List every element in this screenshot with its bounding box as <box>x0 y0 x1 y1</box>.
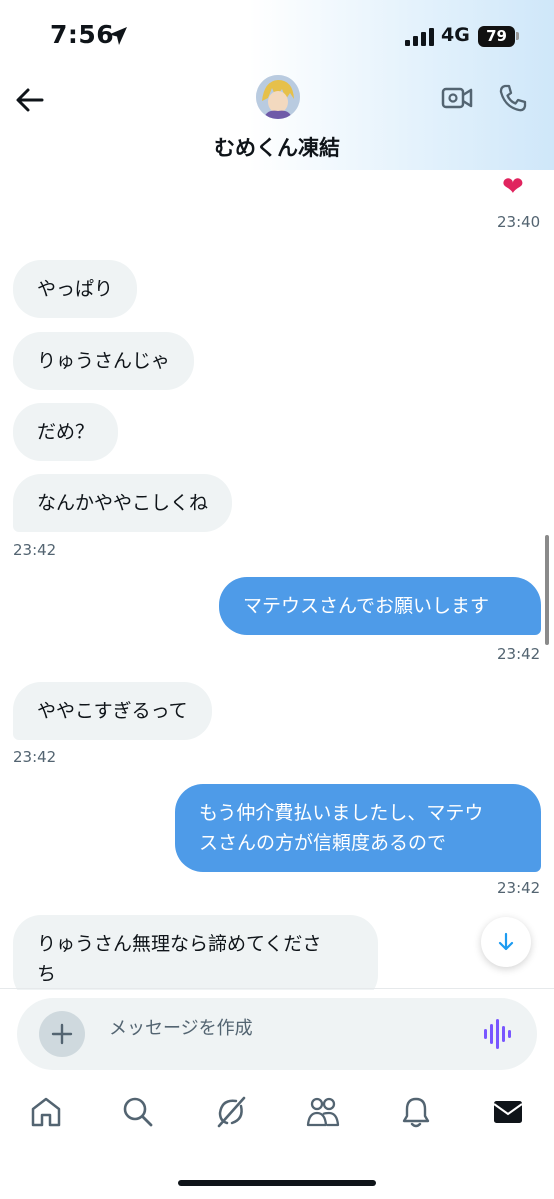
voice-wave-icon[interactable] <box>483 1018 513 1050</box>
chat-header: むめくん凍結 <box>0 72 554 170</box>
home-indicator[interactable] <box>178 1180 376 1186</box>
avatar[interactable] <box>256 75 300 119</box>
conversation[interactable]: ❤ 23:40 やっぱり りゅうさんじゃ だめ？ なんかややこしくね 23:42… <box>0 170 554 990</box>
message-line: もう仲介費払いましたし、マテウ <box>199 802 484 824</box>
phone-icon[interactable] <box>497 82 529 114</box>
tab-messages[interactable] <box>488 1092 528 1132</box>
tab-search[interactable] <box>118 1092 158 1132</box>
message-timestamp: 23:42 <box>13 541 57 559</box>
incoming-message[interactable]: だめ？ <box>13 403 119 461</box>
tab-notifications[interactable] <box>396 1092 436 1132</box>
communities-icon <box>306 1097 340 1127</box>
outgoing-message[interactable]: マテウスさんでお願いします <box>219 577 541 635</box>
bottom-tab-bar <box>0 1092 554 1142</box>
battery-tip <box>516 32 519 40</box>
message-line: りゅうさん無理なら諦めてくださ <box>37 933 322 955</box>
incoming-message[interactable]: ややこすぎるって <box>13 682 212 740</box>
scrollbar[interactable] <box>545 535 549 645</box>
bell-icon <box>402 1097 430 1128</box>
composer-divider <box>0 988 554 989</box>
tab-home[interactable] <box>26 1092 66 1132</box>
outgoing-message[interactable]: もう仲介費払いましたし、マテウ スさんの方が信頼度あるので <box>175 784 541 872</box>
message-timestamp: 23:42 <box>497 879 541 897</box>
tab-communities[interactable] <box>303 1092 343 1132</box>
message-composer <box>17 998 537 1070</box>
contact-name[interactable]: むめくん凍結 <box>0 132 554 162</box>
mail-icon <box>493 1101 523 1123</box>
location-arrow-icon <box>109 27 127 45</box>
message-line: ち <box>37 963 57 985</box>
incoming-message[interactable]: りゅうさん無理なら諦めてくださ ち <box>13 915 378 990</box>
search-icon <box>123 1097 153 1127</box>
grok-icon <box>217 1096 246 1128</box>
message-timestamp: 23:42 <box>13 748 57 766</box>
heart-reaction: ❤ <box>502 172 524 202</box>
incoming-message[interactable]: りゅうさんじゃ <box>13 332 195 390</box>
plus-icon <box>51 1023 73 1045</box>
message-line: スさんの方が信頼度あるので <box>199 832 447 854</box>
video-call-icon[interactable] <box>441 84 473 112</box>
network-label: 4G <box>441 24 470 46</box>
incoming-message[interactable]: なんかややこしくね <box>13 474 233 532</box>
back-arrow-icon[interactable] <box>14 84 46 116</box>
status-time: 7:56 <box>50 20 115 49</box>
scroll-to-bottom-button[interactable] <box>481 917 531 967</box>
add-media-button[interactable] <box>39 1011 85 1057</box>
message-timestamp: 23:40 <box>497 213 541 231</box>
message-input[interactable] <box>109 1018 449 1039</box>
message-timestamp: 23:42 <box>497 645 541 663</box>
home-icon <box>31 1097 61 1127</box>
status-bar: 7:56 4G 79 <box>0 0 554 72</box>
tab-grok[interactable] <box>211 1092 251 1132</box>
arrow-down-icon <box>498 932 514 951</box>
battery-level: 79 <box>478 26 515 47</box>
incoming-message[interactable]: やっぱり <box>13 260 138 318</box>
cellular-signal-icon <box>405 28 434 46</box>
